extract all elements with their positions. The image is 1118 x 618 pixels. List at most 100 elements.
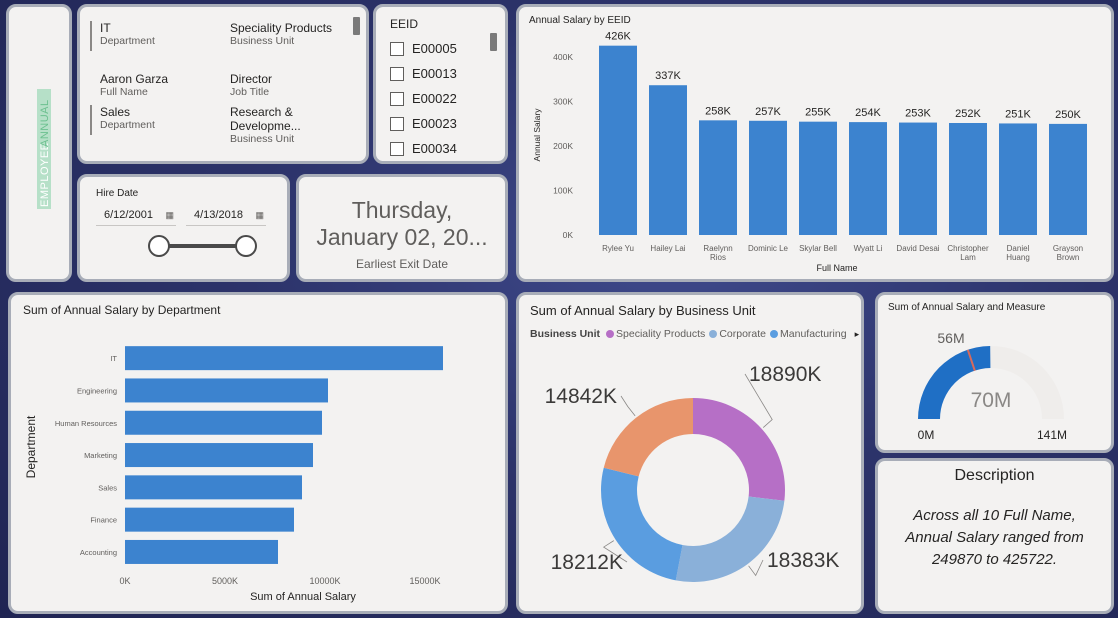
hire-date-slicer-card: Hire Date 6/12/2001 ▦ 4/13/2018 ▦ [77,174,290,282]
x-tick-label: Christopher Lam [947,244,989,262]
bar[interactable] [849,122,887,235]
hire-date-start-value: 6/12/2001 [104,209,153,221]
x-tick-label: Daniel Huang [1006,244,1030,262]
y-tick-label: 0K [563,230,574,240]
checkbox[interactable] [390,66,404,81]
checkbox[interactable] [390,91,404,106]
logo-text-employee: EMPLOYEE [39,142,51,207]
y-tick-label: Finance [90,516,117,525]
bar[interactable] [125,475,302,500]
eeid-option[interactable]: E00034 [390,136,495,161]
exit-date-caption: Earliest Exit Date [355,257,449,271]
sidebar-logo: EMPLOYEE ANNUAL [37,89,51,209]
eeid-option-label: E00034 [412,141,457,156]
eeid-option[interactable]: E00023 [390,111,495,136]
y-tick-label: 300K [553,97,573,107]
detail-label: Business Unit [230,133,295,145]
detail-value: Research & Developme... [230,105,301,133]
bar[interactable] [949,123,987,235]
bar[interactable] [899,122,937,235]
data-label: 18890K [749,363,821,386]
description-card: Description Across all 10 Full Name, Ann… [875,458,1114,614]
x-tick-label: Skylar Bell [799,244,837,253]
y-tick-label: 400K [553,52,573,62]
eeid-option-label: E00005 [412,41,457,56]
calendar-icon[interactable]: ▦ [165,204,174,226]
hire-date-end-input[interactable]: 4/13/2018 ▦ [186,204,266,226]
data-label: 14842K [545,385,617,408]
y-axis-label: Annual Salary [532,108,542,162]
y-tick-label: IT [110,354,117,363]
y-tick-label: Human Resources [55,419,117,428]
x-tick-label: 5000K [212,576,238,586]
checkbox[interactable] [390,141,404,156]
bar[interactable] [999,123,1037,235]
detail-full-name: Aaron Garza Full Name [100,72,168,98]
hire-date-title: Hire Date [96,188,139,199]
checkbox[interactable] [390,41,404,56]
y-tick-label: Sales [98,483,117,492]
y-axis-label: Department [24,415,38,478]
salary-by-department-card: Sum of Annual Salary by Department IT Eng… [8,292,508,614]
detail-job-title: Director Job Title [230,72,272,98]
bar[interactable] [1049,123,1087,235]
checkbox[interactable] [390,116,404,131]
gauge-target-label: 56M [937,330,964,346]
x-tick-label: Dominic Le [748,244,789,253]
eeid-option[interactable]: E00013 [390,61,495,86]
hire-date-slider-track[interactable] [159,244,247,248]
detail-label: Department [100,119,155,131]
data-label: 257K [755,106,781,118]
data-label: 18383K [767,549,839,572]
eeid-option[interactable]: E00005 [390,36,495,61]
bar[interactable] [125,346,443,371]
details-scrollbar[interactable] [353,17,360,35]
y-tick-label: Accounting [80,548,117,557]
bar[interactable] [799,121,837,235]
detail-divider [90,21,92,51]
eeid-option-label: E00023 [412,116,457,131]
exit-date-line1: Thursday, [351,197,453,223]
gauge-min-label: 0M [918,428,935,442]
data-label: 18212K [551,551,623,574]
sidebar-logo-card: EMPLOYEE ANNUAL [6,4,72,282]
detail-department-1: IT Department [100,21,155,47]
hire-date-start-input[interactable]: 6/12/2001 ▦ [96,204,176,226]
eeid-option[interactable]: E00022 [390,86,495,111]
data-label: 337K [655,70,681,82]
salary-gauge: 70M 56M 0M 141M [918,330,1067,442]
hire-date-slider-end-handle[interactable] [235,235,257,257]
hire-date-slider-start-handle[interactable] [148,235,170,257]
data-label: 252K [955,108,981,120]
eeid-scrollbar[interactable] [490,33,497,51]
bar[interactable] [125,443,313,468]
bar[interactable] [125,410,322,435]
bar[interactable] [599,45,637,235]
calendar-icon[interactable]: ▦ [255,204,264,226]
detail-label: Job Title [230,86,270,98]
x-tick-label: 15000K [409,576,440,586]
employee-details-card: IT Department Speciality Products Busine… [77,4,369,164]
bar[interactable] [649,85,687,235]
data-label: 426K [605,31,631,43]
bar[interactable] [125,539,278,564]
leader-line [748,559,764,577]
x-tick-label: Wyatt Li [854,244,883,253]
data-label: 258K [705,105,731,117]
salary-by-business-unit-chart: 18890K 18383K 18212K 14842K [545,363,839,582]
salary-gauge-card: Sum of Annual Salary and Measure 70M 56M 0… [875,292,1114,453]
bar[interactable] [125,507,294,532]
data-label: 254K [855,107,881,119]
annual-salary-by-eeid-card: Annual Salary by EEID 0K 100K 200K 300K 400K… [516,4,1114,282]
donut-slice[interactable] [603,398,693,477]
logo-text-annual: ANNUAL [39,99,51,147]
detail-value: Sales [100,105,131,119]
donut-slice[interactable] [693,398,785,501]
y-tick-label: Marketing [84,451,117,460]
annual-salary-by-eeid-chart: 0K 100K 200K 300K 400K Annual Salary Full Name… [532,31,1087,273]
leader-line [620,395,636,417]
bar[interactable] [125,378,328,403]
bar[interactable] [749,120,787,235]
bar[interactable] [699,120,737,235]
eeid-slicer-card: EEID E00005 E00013 E00022 E00023 E00034 [373,4,508,164]
